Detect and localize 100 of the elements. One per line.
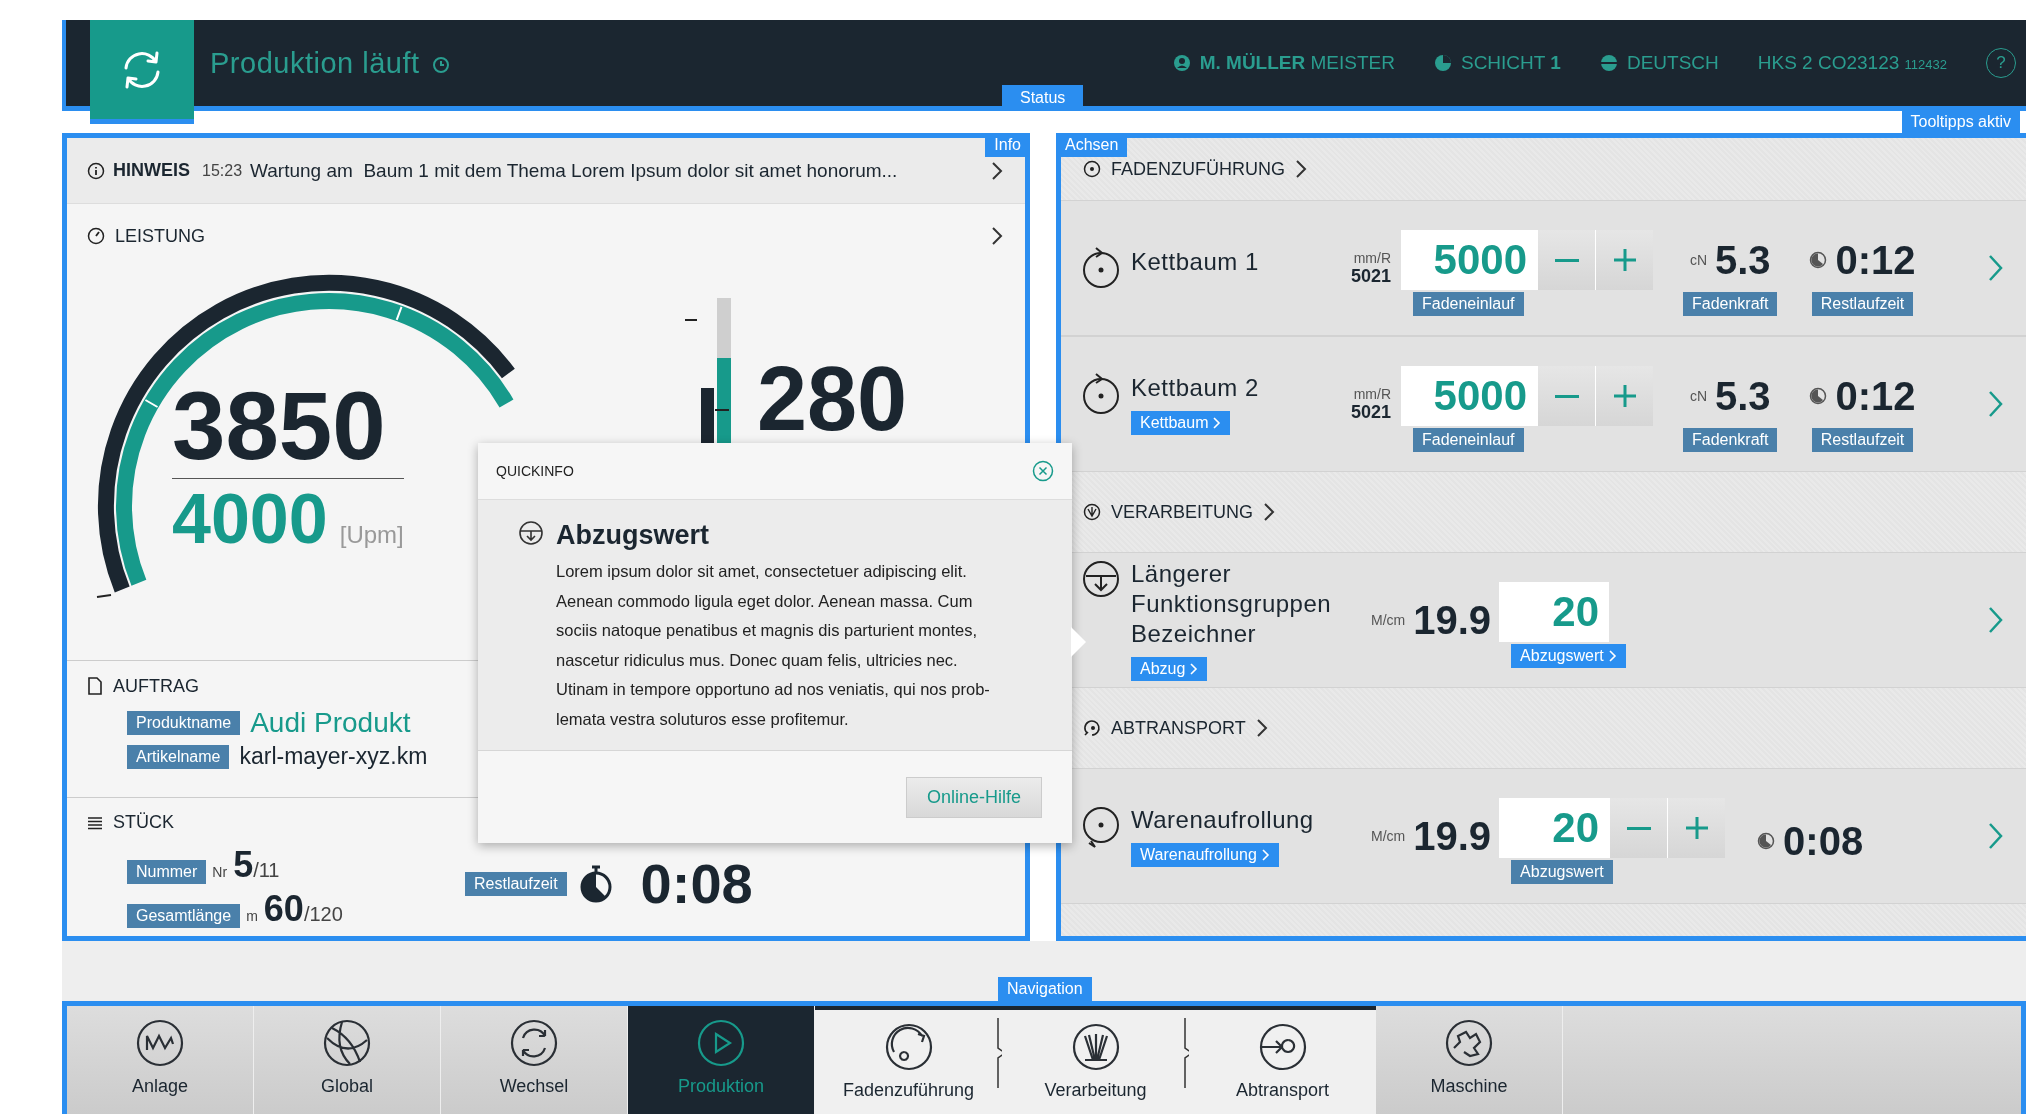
app-logo[interactable] bbox=[90, 20, 194, 124]
order-value: Audi Produkt bbox=[250, 707, 411, 740]
unit-label: mm/R bbox=[1353, 249, 1391, 266]
section-title: LEISTUNG bbox=[115, 225, 206, 247]
status-title: Produktion läuft bbox=[210, 47, 420, 80]
nav-item[interactable]: Maschine bbox=[1376, 1006, 1563, 1114]
tooltip-label: Restlaufzeit bbox=[465, 872, 567, 896]
decrement-button[interactable] bbox=[1609, 798, 1668, 858]
rotate-icon bbox=[1081, 247, 1121, 289]
setpoint-field[interactable]: 20 bbox=[1499, 798, 1610, 858]
tooltip-label: Produktname bbox=[127, 711, 241, 736]
tooltip-label: Fadenkraft bbox=[1683, 428, 1778, 452]
popup-heading: Abzugswert bbox=[556, 520, 710, 551]
nav-item[interactable]: Global bbox=[254, 1006, 441, 1114]
chevron-right-icon bbox=[1608, 650, 1617, 662]
nav-item[interactable]: Produktion bbox=[628, 1006, 815, 1114]
unit-label: mm/R bbox=[1353, 385, 1391, 402]
reading-value: 19.9 bbox=[1413, 813, 1492, 859]
machine-label: HKS 2 CO23123 112432 bbox=[1757, 52, 1947, 74]
minus-icon bbox=[1554, 258, 1579, 262]
tooltip-label: Nummer bbox=[127, 860, 207, 884]
unit-label: m bbox=[246, 908, 258, 924]
nav-item[interactable]: Abtransport bbox=[1189, 1006, 1376, 1114]
unit-label: cN bbox=[1689, 388, 1707, 404]
plus-icon bbox=[1611, 383, 1638, 409]
plus-icon bbox=[1683, 815, 1710, 841]
target-icon bbox=[1083, 160, 1101, 178]
rotate-icon bbox=[1081, 373, 1121, 415]
order-value: karl-mayer-xyz.km bbox=[239, 743, 428, 771]
actual-speed: 3850 bbox=[172, 376, 404, 480]
roll-icon bbox=[1081, 805, 1121, 849]
tooltip-label: Fadeneinlauf bbox=[1413, 292, 1524, 316]
axis-name: Kettbaum 2 bbox=[1131, 373, 1259, 403]
chevron-right-icon[interactable] bbox=[1263, 502, 1276, 522]
setpoint-field[interactable]: 5000 bbox=[1401, 230, 1537, 290]
target-speed: 4000 bbox=[172, 479, 328, 560]
section-title: VERARBEITUNG bbox=[1111, 501, 1254, 523]
increment-button[interactable] bbox=[1595, 230, 1653, 290]
user-icon bbox=[1172, 54, 1191, 72]
nav-label: Fadenzuführung bbox=[842, 1080, 975, 1101]
unit-label: Nr bbox=[212, 864, 228, 880]
decrement-button[interactable] bbox=[1537, 366, 1595, 426]
setpoint-field[interactable]: 20 bbox=[1499, 582, 1610, 642]
popup-title: QUICKINFO bbox=[496, 463, 574, 479]
nav-item[interactable]: Fadenzuführung bbox=[815, 1006, 1002, 1114]
notice-label: HINWEIS bbox=[113, 160, 190, 182]
nav-label: Abtransport bbox=[1235, 1080, 1330, 1101]
nav-label: Maschine bbox=[1430, 1076, 1508, 1097]
language-label[interactable]: DEUTSCH bbox=[1626, 52, 1719, 74]
tooltip-link[interactable]: Abzug bbox=[1131, 657, 1208, 681]
tooltip-label: Fadeneinlauf bbox=[1413, 428, 1524, 452]
tooltip-label: Artikelname bbox=[127, 744, 230, 769]
chevron-right-icon bbox=[991, 160, 1003, 181]
axis-name: Längerer Funktionsgruppen Bezeichner bbox=[1131, 559, 1331, 649]
tick-marks bbox=[96, 594, 112, 599]
chevron-right-icon[interactable] bbox=[991, 226, 1003, 247]
tooltip-link[interactable]: Kettbaum bbox=[1131, 411, 1231, 435]
increment-button[interactable] bbox=[1595, 366, 1653, 426]
increment-button[interactable] bbox=[1667, 798, 1726, 858]
info-icon bbox=[87, 161, 105, 180]
shift-label[interactable]: SCHICHT 1 bbox=[1460, 52, 1561, 74]
tooltip-link[interactable]: Abzugswert bbox=[1511, 644, 1626, 668]
time-value: 0:12 bbox=[1835, 373, 1916, 419]
tooltips-tag: Tooltipps aktiv bbox=[1901, 110, 2020, 134]
unit-label: M/cm bbox=[1371, 612, 1406, 628]
tooltip-label: Restlaufzeit bbox=[1811, 292, 1914, 316]
nav-label: Wechsel bbox=[499, 1076, 569, 1097]
setpoint-field[interactable]: 5000 bbox=[1401, 366, 1537, 426]
piece-total: /120 bbox=[303, 903, 343, 926]
play-icon bbox=[696, 1018, 746, 1068]
transport-icon bbox=[1257, 1022, 1308, 1072]
clock-icon bbox=[431, 56, 450, 74]
chevron-right-icon[interactable] bbox=[1295, 159, 1307, 179]
online-help-button[interactable]: Online-Hilfe bbox=[905, 776, 1042, 818]
timer-icon bbox=[1809, 251, 1828, 269]
list-icon bbox=[87, 816, 103, 830]
nav-item[interactable]: Anlage bbox=[67, 1006, 254, 1114]
minus-icon bbox=[1554, 394, 1579, 398]
tooltip-label: Gesamtlänge bbox=[127, 904, 241, 928]
axis-name: Warenaufrollung bbox=[1131, 805, 1314, 835]
wave-icon bbox=[135, 1018, 185, 1068]
nav-label: Global bbox=[321, 1076, 373, 1097]
time-value: 0:12 bbox=[1835, 237, 1916, 283]
tooltip-link[interactable]: Warenaufrollung bbox=[1131, 843, 1279, 867]
plus-icon bbox=[1611, 247, 1638, 273]
globe-icon bbox=[1599, 54, 1618, 72]
bar-gauge-value: 280 bbox=[757, 354, 908, 445]
piece-total: /11 bbox=[253, 859, 280, 882]
force-value: 5.3 bbox=[1715, 373, 1771, 419]
popup-text: Lorem ipsum dolor sit amet, consectetuer adipiscing elit. Aenean commodo ligula eget dolor. Aenean massa. Cum sociis natoque penatibus et magnis dis parturient montes, nascetur ridiculus mus. Donec quam felis, ultricies nec. Utinam in tempore opportuno ad nos veniatis, qui nos prob- lemata vestra soluturos esse profitemur. bbox=[556, 561, 990, 730]
decrement-button[interactable] bbox=[1537, 230, 1595, 290]
user-label[interactable]: M. MÜLLER MEISTER bbox=[1199, 52, 1395, 74]
chevron-right-icon[interactable] bbox=[1255, 718, 1268, 738]
spool-icon bbox=[883, 1022, 934, 1072]
tooltip-label: Abzugswert bbox=[1511, 860, 1613, 884]
fan-icon bbox=[1083, 503, 1101, 521]
download-icon bbox=[1081, 559, 1121, 599]
nav-item[interactable]: Verarbeitung bbox=[1002, 1006, 1189, 1114]
tooltip-label: Fadenkraft bbox=[1683, 292, 1778, 316]
close-icon[interactable] bbox=[1032, 460, 1054, 482]
